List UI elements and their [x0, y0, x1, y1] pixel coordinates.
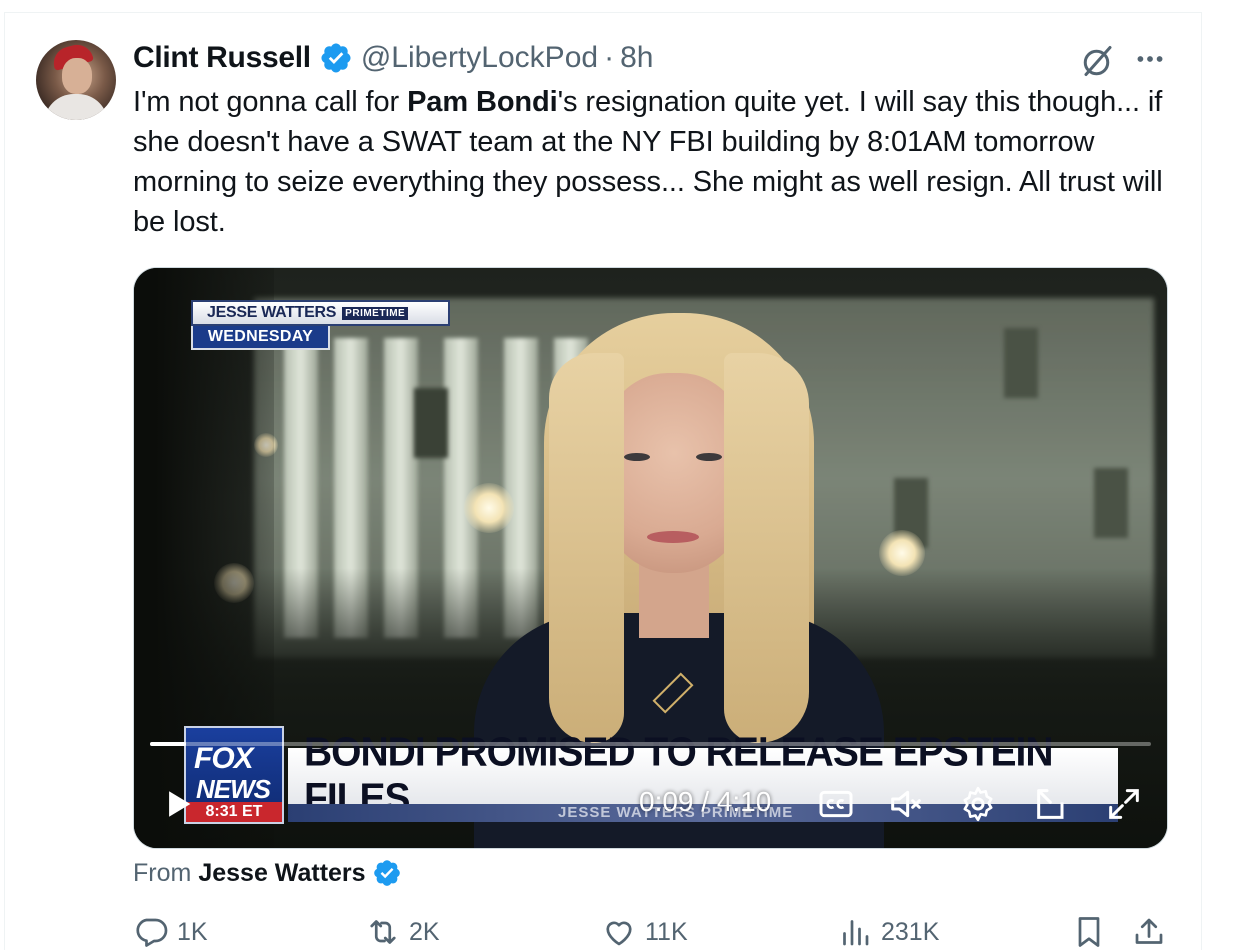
pip-icon[interactable] [1032, 784, 1072, 824]
source-name[interactable]: Jesse Watters [198, 859, 365, 888]
reply-icon [136, 918, 168, 947]
source-prefix: From [133, 858, 192, 887]
more-icon[interactable] [1132, 44, 1168, 74]
like-button[interactable]: 11K [601, 914, 688, 950]
fox-news-logo: FOX NEWS 8:31 ET [184, 726, 284, 824]
source-verified-badge-icon [373, 860, 400, 886]
show-bug: JESSE WATTERS PRIMETIME WEDNESDAY [191, 300, 450, 350]
share-button[interactable] [1131, 914, 1175, 950]
show-tag: PRIMETIME [342, 306, 409, 320]
author-handle[interactable]: @LibertyLockPod [361, 41, 598, 75]
like-count: 11K [645, 917, 688, 946]
views-count: 231K [881, 917, 940, 946]
video-player[interactable]: JESSE WATTERS PRIMETIME WEDNESDAY FOX NE… [133, 267, 1168, 849]
reply-button[interactable]: 1K [133, 914, 208, 950]
repost-icon [370, 920, 396, 944]
tweet-text: I'm not gonna call for Pam Bondi's resig… [133, 82, 1183, 242]
views-button[interactable]: 231K [837, 914, 939, 950]
mentioned-name: Pam Bondi [407, 86, 558, 118]
mute-icon[interactable] [886, 784, 926, 824]
bookmark-button[interactable] [1071, 914, 1115, 950]
share-icon [1135, 918, 1163, 944]
logo-news-text: NEWS [196, 774, 271, 804]
settings-icon[interactable] [958, 784, 998, 824]
video-source: From Jesse Watters [133, 858, 410, 888]
verified-badge-icon[interactable] [319, 41, 353, 75]
grok-icon[interactable] [1080, 43, 1116, 79]
repost-count: 2K [409, 917, 440, 946]
author-name[interactable]: Clint Russell [133, 41, 311, 75]
like-icon [606, 921, 632, 946]
author-avatar[interactable] [36, 40, 116, 120]
show-name: JESSE WATTERS [207, 304, 337, 321]
tweet-timestamp[interactable]: 8h [620, 41, 653, 75]
broadcast-time: 8:31 ET [186, 802, 282, 822]
tweet-text-part-1: I'm not gonna call for [133, 86, 408, 118]
tweet-actions: 1K 2K 11K 231K [133, 914, 1173, 950]
logo-fox-text: FOX [194, 742, 254, 775]
bookmark-icon [1078, 917, 1100, 947]
repost-button[interactable]: 2K [365, 914, 440, 950]
video-time: 0:09 / 4:10 [639, 786, 772, 817]
play-icon[interactable] [162, 786, 196, 822]
video-progress-fill [150, 742, 187, 746]
reply-count: 1K [177, 917, 208, 946]
separator-dot: · [604, 41, 615, 74]
views-icon [843, 920, 869, 946]
captions-icon[interactable] [816, 784, 856, 824]
video-progress-bar[interactable] [150, 742, 1151, 746]
fullscreen-icon[interactable] [1104, 784, 1144, 824]
show-day: WEDNESDAY [191, 326, 330, 350]
tweet-header: Clint Russell @LibertyLockPod · 8h [133, 38, 653, 78]
